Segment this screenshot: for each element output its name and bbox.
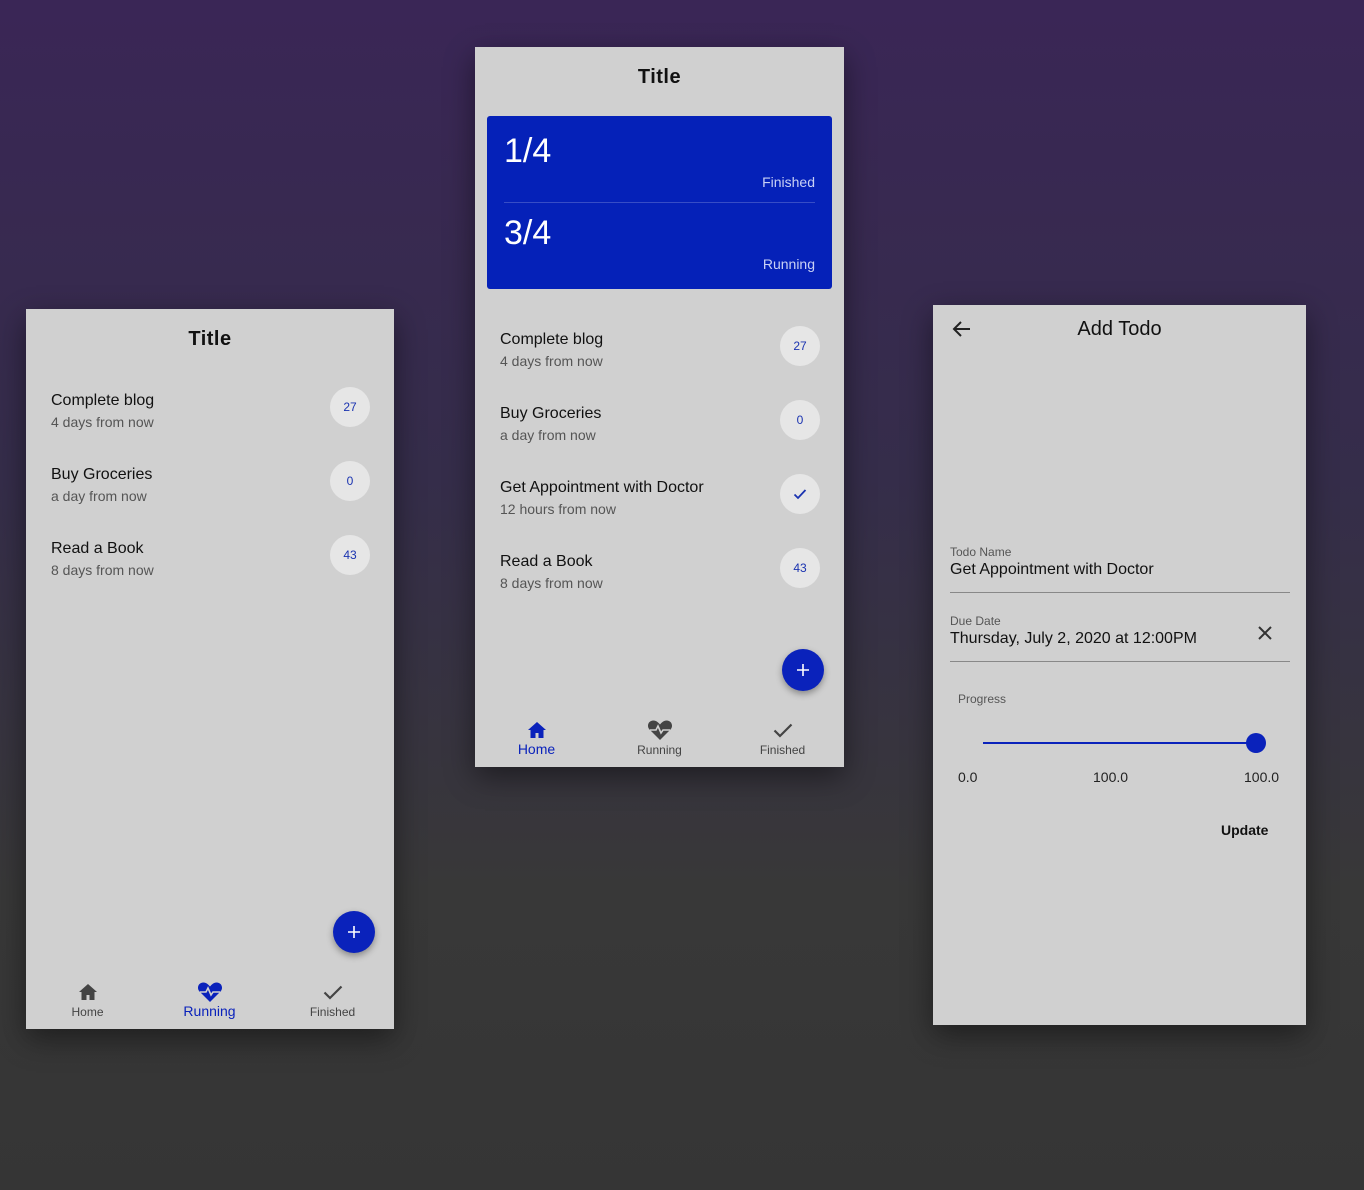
todo-name: Complete blog <box>500 331 604 348</box>
add-todo-button[interactable] <box>782 649 824 691</box>
tab-running[interactable]: Running <box>148 969 271 1029</box>
list-item[interactable]: Read a Book 8 days from now 43 <box>475 546 844 620</box>
page-title: Add Todo <box>1077 318 1162 340</box>
page-title: Title <box>637 66 682 88</box>
tab-running[interactable]: Running <box>598 707 721 767</box>
home-icon <box>78 984 97 1000</box>
tab-label: Running <box>183 1003 236 1019</box>
list-item[interactable]: Complete blog 4 days from now 27 <box>26 385 394 459</box>
progress-badge: 27 <box>330 387 370 427</box>
stats-card: 1/4 Finished 3/4 Running <box>487 116 832 289</box>
divider <box>504 202 815 203</box>
tab-label: Running <box>637 743 682 757</box>
tab-label: Home <box>71 1005 104 1019</box>
todo-name: Get Appointment with Doctor <box>500 479 704 496</box>
progress-slider-track[interactable] <box>983 742 1256 744</box>
progress-badge: 27 <box>780 326 820 366</box>
bottom-nav: Home Running Finished <box>475 707 844 767</box>
tab-label: Finished <box>759 743 806 757</box>
todo-due: 4 days from now <box>51 414 154 430</box>
list-item[interactable]: Complete blog 4 days from now 27 <box>475 324 844 398</box>
todo-due: 8 days from now <box>51 562 154 578</box>
check-icon <box>773 723 792 738</box>
field-label: Todo Name <box>950 545 1012 559</box>
check-icon <box>323 985 342 1000</box>
clear-date-button[interactable] <box>1255 623 1275 643</box>
heart-pulse-icon <box>197 982 222 1002</box>
tab-label: Home <box>517 741 556 757</box>
plus-icon <box>797 664 809 676</box>
todo-name: Read a Book <box>500 553 593 570</box>
todo-due: a day from now <box>51 488 147 504</box>
progress-badge <box>780 474 820 514</box>
running-label: Running <box>762 256 815 272</box>
progress-badge: 0 <box>330 461 370 501</box>
tab-home[interactable]: Home <box>26 969 149 1029</box>
slider-max-label: 100.0 <box>1244 769 1280 785</box>
todo-list: Complete blog 4 days from now 27 Buy Gro… <box>475 324 844 620</box>
due-date-value: Thursday, July 2, 2020 at 12:00PM <box>950 630 1197 647</box>
list-item[interactable]: Buy Groceries a day from now 0 <box>26 459 394 533</box>
tab-finished[interactable]: Finished <box>271 969 394 1029</box>
todo-name: Buy Groceries <box>51 466 153 483</box>
close-icon <box>1258 626 1272 640</box>
tab-home[interactable]: Home <box>475 707 598 767</box>
progress-label: Progress <box>958 692 1007 706</box>
list-item[interactable]: Read a Book 8 days from now 43 <box>26 533 394 607</box>
finished-count: 1/4 <box>504 132 552 170</box>
home-icon <box>527 722 546 738</box>
todo-name: Read a Book <box>51 540 144 557</box>
home-screen: Title 1/4 Finished 3/4 Running Complete … <box>475 47 844 767</box>
add-todo-screen: Add Todo Todo Name Get Appointment with … <box>933 305 1306 1025</box>
list-item[interactable]: Get Appointment with Doctor 12 hours fro… <box>475 472 844 546</box>
progress-badge: 43 <box>780 548 820 588</box>
todo-name-value: Get Appointment with Doctor <box>950 561 1154 578</box>
field-label: Due Date <box>950 614 1001 628</box>
slider-value-label: 100.0 <box>1093 769 1129 785</box>
todo-name: Complete blog <box>51 392 155 409</box>
todo-due: 12 hours from now <box>500 501 616 517</box>
todo-list: Complete blog 4 days from now 27 Buy Gro… <box>26 385 394 607</box>
check-icon <box>793 489 807 500</box>
todo-name: Buy Groceries <box>500 405 602 422</box>
heart-pulse-icon <box>647 720 672 740</box>
field-underline <box>950 592 1290 593</box>
progress-badge: 43 <box>330 535 370 575</box>
todo-due: 8 days from now <box>500 575 603 591</box>
finished-label: Finished <box>762 174 815 190</box>
slider-min-label: 0.0 <box>958 769 978 785</box>
progress-slider-thumb[interactable] <box>1246 733 1266 753</box>
running-count: 3/4 <box>504 214 552 252</box>
todo-due: a day from now <box>500 427 596 443</box>
field-underline <box>950 661 1290 662</box>
page-title: Title <box>188 328 232 350</box>
add-todo-button[interactable] <box>333 911 375 953</box>
todo-due: 4 days from now <box>500 353 603 369</box>
tab-label: Finished <box>309 1005 356 1019</box>
bottom-nav: Home Running Finished <box>26 969 394 1029</box>
plus-icon <box>348 926 360 938</box>
running-screen: Title Complete blog 4 days from now 27 B… <box>26 309 394 1029</box>
progress-badge: 0 <box>780 400 820 440</box>
update-button[interactable]: Update <box>1221 822 1268 838</box>
tab-finished[interactable]: Finished <box>721 707 844 767</box>
list-item[interactable]: Buy Groceries a day from now 0 <box>475 398 844 472</box>
